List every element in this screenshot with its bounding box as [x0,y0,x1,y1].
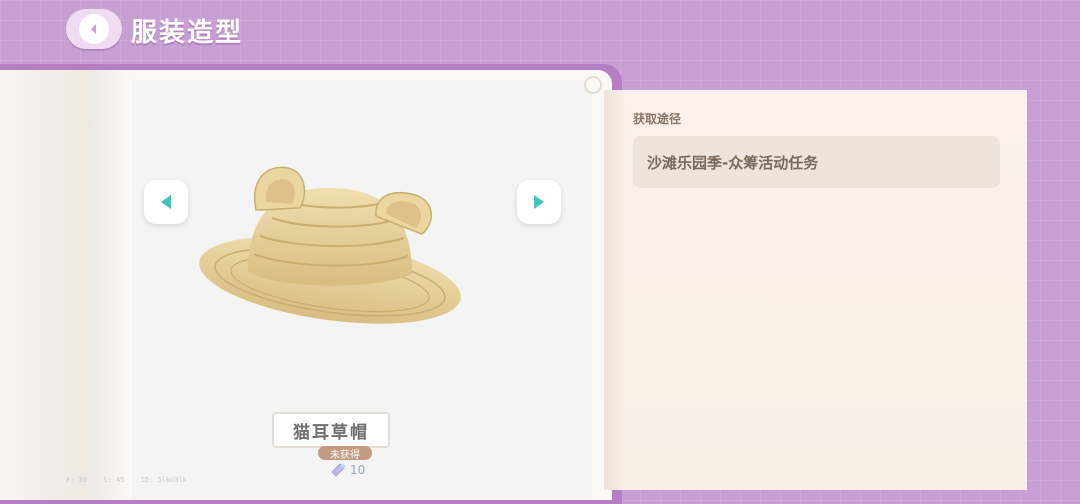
chevron-left-icon [79,14,109,44]
back-button[interactable] [66,9,122,49]
debug-fps: F: 30 [66,476,88,484]
straw-hat-illustration [199,166,461,324]
debug-overlay: F: 30 S: 45 ID: 5lko3lk [66,476,199,484]
status-badge: 未获得 [318,446,372,461]
prev-item-button[interactable] [144,180,188,224]
debug-s: S: 45 [103,476,125,484]
points-display: 10 [330,462,365,478]
arrow-left-icon [161,195,171,209]
acquisition-label: 获取途径 [633,112,682,126]
sparkle-ticket-icon [331,463,346,477]
panel-shadow [604,90,626,490]
page-shadow [92,70,132,500]
next-item-button[interactable] [517,180,561,224]
page-title: 服装造型 [131,18,244,48]
item-name: 猫耳草帽 [272,412,390,448]
debug-id: ID: 5lko3lk [140,476,187,484]
page-fold [0,70,92,500]
corner-decoration [584,76,602,94]
acquisition-source[interactable]: 沙滩乐园季-众筹活动任务 [633,136,1000,188]
points-value: 10 [350,463,366,477]
arrow-right-icon [534,195,544,209]
